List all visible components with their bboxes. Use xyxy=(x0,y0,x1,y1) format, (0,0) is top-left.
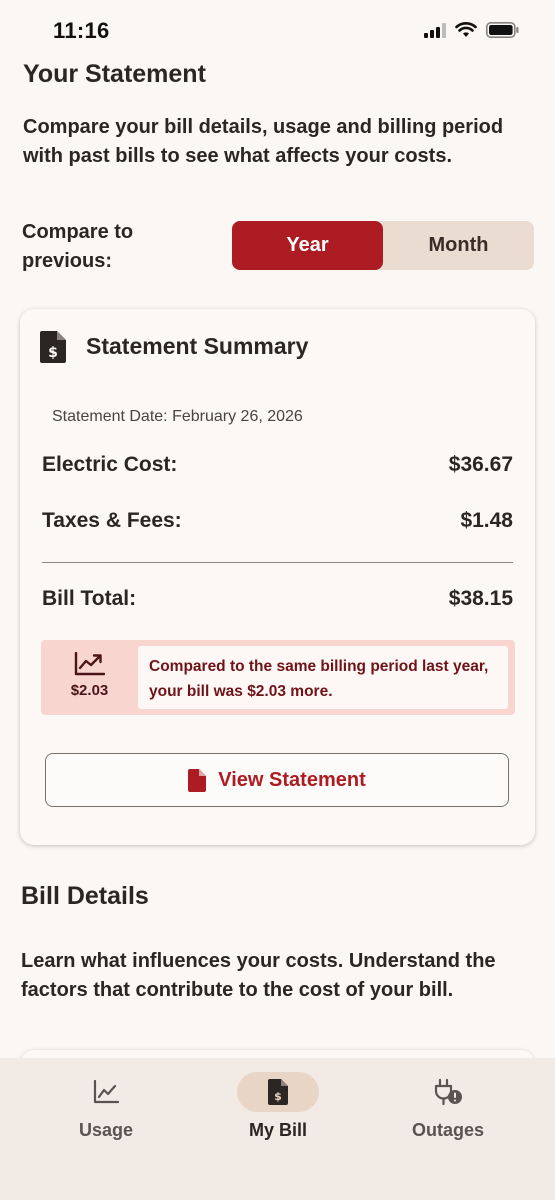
segment-month[interactable]: Month xyxy=(383,221,534,270)
taxes-fees-row: Taxes & Fees: $1.48 xyxy=(42,509,513,533)
svg-text:$: $ xyxy=(274,1090,282,1103)
status-icons xyxy=(424,22,519,38)
signal-icon xyxy=(424,22,446,38)
battery-icon xyxy=(486,22,519,38)
compare-segmented-control: Year Month xyxy=(232,221,534,270)
electric-cost-value: $36.67 xyxy=(448,453,513,476)
taxes-fees-value: $1.48 xyxy=(460,509,513,532)
trend-up-icon xyxy=(74,652,105,676)
tab-outages[interactable]: Outages xyxy=(388,1072,508,1141)
plug-alert-icon xyxy=(434,1078,462,1106)
bill-total-value: $38.15 xyxy=(448,587,513,610)
taxes-fees-label: Taxes & Fees: xyxy=(42,509,182,532)
statement-summary-card: $ Statement Summary Statement Date: Febr… xyxy=(20,309,535,845)
notice-text: Compared to the same billing period last… xyxy=(138,646,508,709)
bill-details-text: Learn what influences your costs. Unders… xyxy=(21,950,496,1001)
bill-total-row: Bill Total: $38.15 xyxy=(42,587,513,611)
bill-total-label: Bill Total: xyxy=(42,587,137,610)
view-statement-button[interactable]: View Statement xyxy=(45,753,509,807)
compare-label: Compare to previous: xyxy=(22,221,134,272)
segment-year[interactable]: Year xyxy=(232,221,383,270)
bill-details-title: Bill Details xyxy=(21,882,149,910)
page-title: Your Statement xyxy=(23,60,206,88)
tab-outages-label: Outages xyxy=(411,1120,485,1140)
svg-text:$: $ xyxy=(48,345,58,361)
tab-usage-label: Usage xyxy=(78,1120,134,1140)
chart-line-icon xyxy=(93,1080,119,1104)
statement-date-label: Statement Date: xyxy=(52,408,168,425)
page-intro: Compare your bill details, usage and bil… xyxy=(23,116,504,167)
screen: 11:16 Your Statement Compare your bill d… xyxy=(0,0,555,1200)
notice-icon-area: $2.03 xyxy=(41,640,138,715)
tab-my-bill-label: My Bill xyxy=(248,1120,307,1140)
document-icon xyxy=(188,768,207,792)
comparison-notice: $2.03 Compared to the same billing perio… xyxy=(41,640,515,715)
divider xyxy=(42,562,513,563)
electric-cost-label: Electric Cost: xyxy=(42,453,178,476)
status-time: 11:16 xyxy=(53,18,110,43)
view-statement-label: View Statement xyxy=(218,768,366,791)
tab-bar: Usage $ My Bill Outages xyxy=(0,1058,555,1200)
tab-my-bill[interactable]: $ My Bill xyxy=(218,1072,338,1141)
tab-usage[interactable]: Usage xyxy=(46,1072,166,1141)
notice-amount: $2.03 xyxy=(70,682,109,699)
status-bar: 11:16 xyxy=(0,0,555,62)
statement-date-value: February 26, 2026 xyxy=(172,408,303,425)
statement-date: Statement Date: February 26, 2026 xyxy=(52,408,303,426)
electric-cost-row: Electric Cost: $36.67 xyxy=(42,453,513,477)
bill-icon: $ xyxy=(268,1079,288,1105)
wifi-icon xyxy=(455,22,477,37)
bill-document-icon: $ xyxy=(40,331,66,363)
card-title: Statement Summary xyxy=(86,333,309,359)
